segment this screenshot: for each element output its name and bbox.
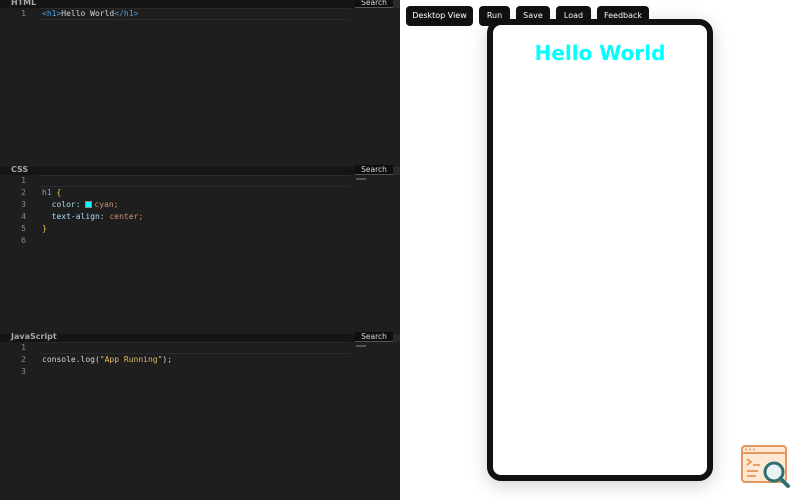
code-line[interactable]: color: cyan; [42, 199, 392, 211]
css-pane-title: CSS [11, 165, 29, 174]
line-number: 1 [21, 176, 26, 185]
line-number: 6 [21, 236, 26, 245]
css-property: text-align: [51, 212, 105, 221]
html-editor-pane: HTML Search 1 <h1>Hello World</h1> [0, 0, 400, 166]
js-call-end: ); [162, 355, 173, 364]
css-value: cyan; [94, 200, 119, 209]
js-search-button[interactable]: Search [355, 332, 393, 342]
html-text: Hello World [61, 9, 115, 18]
line-number: 5 [21, 224, 26, 233]
code-line[interactable] [42, 175, 392, 187]
code-line[interactable] [42, 235, 392, 247]
css-search-button[interactable]: Search [355, 165, 393, 175]
code-line[interactable]: } [42, 223, 392, 235]
line-number: 2 [21, 188, 26, 197]
js-pane-scroll-corner [393, 334, 400, 342]
css-open-brace: { [56, 188, 62, 197]
html-close-tag: </h1> [114, 9, 139, 18]
css-editor-pane: CSS Search 1 2 3 4 5 6 h1 { color: cyan;… [0, 165, 400, 333]
html-open-tag: <h1> [42, 9, 62, 18]
css-pane-scroll-corner [393, 167, 400, 175]
css-value: center; [109, 212, 144, 221]
mobile-preview-frame: Hello World [487, 19, 713, 481]
css-close-brace: } [42, 224, 47, 233]
html-gutter: 1 [0, 8, 34, 20]
editor-column: HTML Search 1 <h1>Hello World</h1> CSS S… [0, 0, 400, 500]
js-code-area[interactable]: console.log("App Running"); [42, 342, 392, 378]
line-number: 2 [21, 355, 26, 364]
js-gutter: 1 2 3 [0, 342, 34, 378]
js-string: "App Running" [99, 355, 163, 364]
color-swatch-icon[interactable] [85, 201, 93, 208]
js-pane-header: JavaScript Search [0, 332, 400, 342]
line-number: 4 [21, 212, 26, 221]
app-root: HTML Search 1 <h1>Hello World</h1> CSS S… [0, 0, 800, 500]
code-line[interactable] [42, 342, 392, 354]
line-number: 1 [21, 343, 26, 352]
code-search-logo-icon [741, 445, 790, 488]
code-line[interactable]: text-align: center; [42, 211, 392, 223]
html-search-button[interactable]: Search [355, 0, 393, 8]
code-line[interactable] [42, 366, 392, 378]
html-pane-header: HTML Search [0, 0, 400, 8]
html-pane-scroll-corner [393, 0, 400, 8]
html-pane-title: HTML [11, 0, 37, 7]
css-gutter: 1 2 3 4 5 6 [0, 175, 34, 247]
js-editor-pane: JavaScript Search 1 2 3 console.log("App… [0, 332, 400, 500]
preview-heading: Hello World [534, 41, 666, 65]
code-line[interactable]: <h1>Hello World</h1> [42, 8, 392, 20]
code-line[interactable]: console.log("App Running"); [42, 354, 392, 366]
js-pane-title: JavaScript [11, 332, 57, 341]
html-code-area[interactable]: <h1>Hello World</h1> [42, 8, 392, 20]
line-number: 3 [21, 200, 26, 209]
css-selector: h1 [42, 188, 52, 197]
desktop-view-button[interactable]: Desktop View [406, 6, 473, 26]
js-call: console.log( [42, 355, 100, 364]
line-number: 1 [21, 9, 26, 18]
code-line[interactable]: h1 { [42, 187, 392, 199]
line-number: 3 [21, 367, 26, 376]
css-pane-header: CSS Search [0, 165, 400, 175]
css-code-area[interactable]: h1 { color: cyan; text-align: center; } [42, 175, 392, 247]
css-property: color: [51, 200, 81, 209]
